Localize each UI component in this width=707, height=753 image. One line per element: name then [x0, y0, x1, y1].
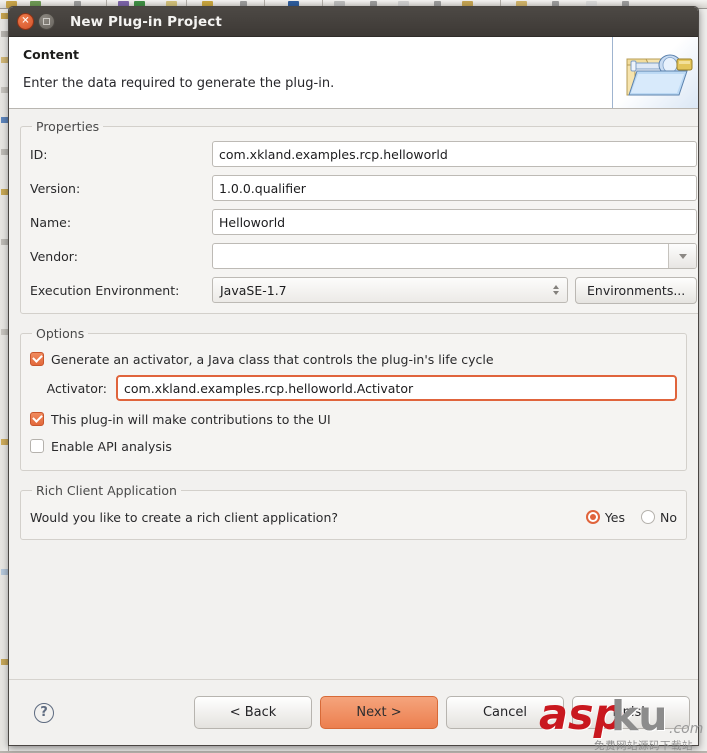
rich-client-no-radio[interactable]	[641, 510, 655, 524]
field-row-version: Version:	[30, 174, 698, 202]
activator-input[interactable]	[116, 375, 677, 401]
name-input[interactable]	[212, 209, 698, 235]
next-button[interactable]: Next >	[320, 696, 438, 729]
background-icon	[1, 149, 8, 155]
background-icon	[1, 87, 8, 93]
vendor-label: Vendor:	[30, 248, 78, 264]
api-analysis-row[interactable]: Enable API analysis	[30, 434, 677, 458]
rich-client-yes-radio[interactable]	[585, 510, 600, 524]
ui-contributions-label: This plug-in will make contributions to …	[51, 411, 331, 427]
spinner-arrows-icon[interactable]	[553, 285, 563, 295]
rich-client-question: Would you like to create a rich client a…	[30, 509, 339, 525]
rich-client-row: Would you like to create a rich client a…	[30, 504, 677, 530]
background-icon	[1, 13, 8, 19]
background-icon	[1, 439, 8, 445]
generate-activator-checkbox[interactable]	[30, 352, 44, 366]
footer-button-group: < Back Next > Cancel Finish	[194, 696, 690, 729]
dialog-titlebar: ✕ New Plug-in Project	[9, 7, 698, 37]
close-icon[interactable]: ✕	[17, 13, 34, 30]
options-legend: Options	[36, 326, 85, 341]
generate-activator-label: Generate an activator, a Java class that…	[51, 351, 494, 367]
rich-client-legend: Rich Client Application	[36, 483, 177, 498]
rich-client-application-group: Rich Client Application Would you like t…	[20, 483, 687, 540]
cancel-button[interactable]: Cancel	[446, 696, 564, 729]
id-input[interactable]	[212, 141, 698, 167]
chevron-down-icon[interactable]	[668, 244, 697, 268]
back-button[interactable]: < Back	[194, 696, 312, 729]
field-row-vendor: Vendor:	[30, 242, 698, 270]
finish-button[interactable]: Finish	[572, 696, 690, 729]
background-icon	[1, 659, 8, 665]
background-icon	[1, 57, 8, 63]
field-row-execution-environment: Execution Environment: JavaSE-1.7 Enviro…	[30, 276, 698, 304]
ui-contributions-checkbox[interactable]	[30, 412, 44, 426]
ui-contributions-row[interactable]: This plug-in will make contributions to …	[30, 407, 677, 431]
dialog-body: Properties ID: Version: Name: Vendor:	[9, 109, 698, 540]
dialog-title: New Plug-in Project	[70, 13, 222, 30]
rich-client-yes-label: Yes	[604, 509, 625, 525]
field-row-id: ID:	[30, 140, 698, 168]
new-plugin-project-dialog: ✕ New Plug-in Project Content Enter the …	[8, 6, 699, 746]
api-analysis-checkbox[interactable]	[30, 439, 44, 453]
rich-client-no-label: No	[660, 509, 677, 525]
chevron-down-glyph	[678, 253, 687, 259]
vendor-combobox[interactable]	[212, 243, 698, 269]
generate-activator-row[interactable]: Generate an activator, a Java class that…	[30, 347, 677, 371]
id-label: ID:	[30, 146, 48, 162]
help-glyph: ?	[40, 705, 48, 720]
activator-row: Activator:	[30, 374, 677, 402]
background-icon	[1, 239, 8, 245]
field-row-name: Name:	[30, 208, 698, 236]
caret-up-glyph	[553, 285, 559, 289]
caret-down-glyph	[553, 291, 559, 295]
maximize-icon[interactable]	[38, 13, 55, 30]
execution-environment-label: Execution Environment:	[30, 282, 180, 298]
properties-legend: Properties	[36, 119, 100, 134]
dialog-footer: ? < Back Next > Cancel Finish	[9, 679, 698, 745]
maximize-glyph	[43, 18, 50, 25]
options-group: Options Generate an activator, a Java cl…	[20, 326, 687, 471]
close-glyph: ✕	[21, 15, 30, 26]
plugin-folder-icon	[612, 37, 698, 108]
version-input[interactable]	[212, 175, 698, 201]
page-description: Enter the data required to generate the …	[23, 76, 335, 91]
help-icon[interactable]: ?	[34, 702, 54, 723]
execution-environment-value: JavaSE-1.7	[220, 282, 287, 298]
background-icon	[1, 117, 8, 123]
dialog-header: Content Enter the data required to gener…	[9, 37, 698, 109]
vendor-value	[213, 244, 668, 268]
background-icon	[1, 189, 8, 195]
execution-environment-select[interactable]: JavaSE-1.7	[212, 277, 568, 303]
background-icon	[1, 31, 8, 37]
activator-label: Activator:	[46, 380, 107, 396]
version-label: Version:	[30, 180, 81, 196]
name-label: Name:	[30, 214, 72, 230]
properties-group: Properties ID: Version: Name: Vendor:	[20, 119, 698, 314]
api-analysis-label: Enable API analysis	[51, 438, 172, 454]
background-icon	[1, 569, 8, 575]
page-title: Content	[23, 47, 79, 62]
environments-button[interactable]: Environments...	[575, 276, 698, 304]
background-icon	[1, 329, 8, 335]
